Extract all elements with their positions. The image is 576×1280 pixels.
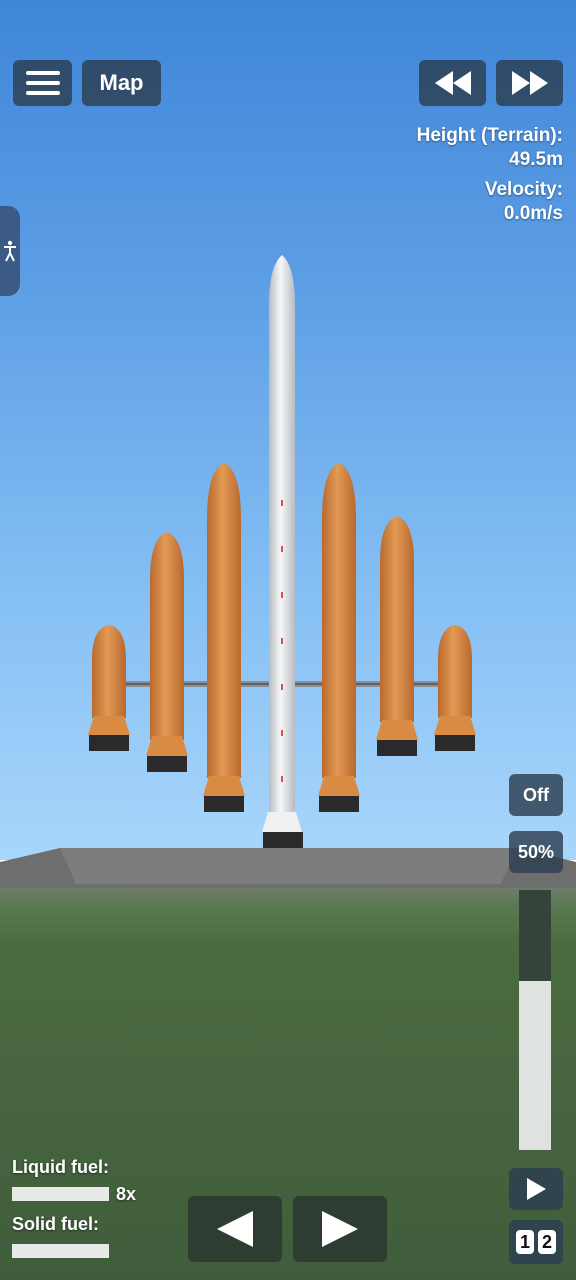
height-label: Height (Terrain): (416, 125, 563, 146)
rewind-icon (434, 71, 471, 95)
booster-outer-right (434, 625, 476, 751)
rewind-button[interactable] (419, 60, 486, 106)
throttle-fill (519, 981, 551, 1150)
solid-fuel-bar (12, 1244, 109, 1258)
booster-tall-right (318, 463, 360, 812)
stage-2[interactable]: 2 (538, 1230, 556, 1254)
accessibility-tab[interactable] (0, 206, 20, 296)
throttle-percent-button[interactable]: 50% (509, 831, 563, 873)
rotate-left-button[interactable] (188, 1196, 282, 1262)
throttle-percent-label: 50% (517, 841, 555, 862)
height-value: 49.5m (509, 149, 563, 170)
map-button-label: Map (99, 70, 144, 95)
core-stage (262, 255, 303, 848)
hamburger-icon (25, 71, 60, 95)
rotate-right-button[interactable] (293, 1196, 387, 1262)
triangle-right-icon (322, 1211, 358, 1247)
stage-selector[interactable]: 1 2 (509, 1220, 563, 1264)
fast-forward-button[interactable] (496, 60, 563, 106)
map-button[interactable]: Map (82, 60, 161, 106)
booster-outer-left (88, 625, 130, 751)
triangle-left-icon (217, 1211, 253, 1247)
play-icon (527, 1178, 546, 1200)
booster-mid-left (146, 532, 188, 772)
height-readout: Height (Terrain): 49.5m (417, 124, 563, 172)
velocity-value: 0.0m/s (503, 203, 563, 224)
stage-1[interactable]: 1 (516, 1230, 534, 1254)
rocket[interactable] (0, 250, 576, 870)
velocity-label: Velocity: (484, 179, 563, 200)
booster-tall-left (203, 463, 245, 812)
sas-off-button[interactable]: Off (509, 774, 563, 816)
sas-off-label: Off (523, 784, 549, 805)
menu-button[interactable] (13, 60, 72, 106)
accessibility-icon (4, 240, 16, 262)
liquid-fuel-bar (12, 1187, 109, 1201)
liquid-fuel-label: Liquid fuel: (12, 1157, 109, 1177)
liquid-fuel-multiplier: 8x (116, 1184, 137, 1204)
stage-button[interactable] (509, 1168, 563, 1210)
solid-fuel-label: Solid fuel: (12, 1214, 99, 1234)
throttle-slider[interactable] (519, 890, 551, 1150)
fast-forward-icon (511, 71, 548, 95)
velocity-readout: Velocity: 0.0m/s (485, 178, 563, 226)
booster-mid-right (376, 516, 418, 756)
